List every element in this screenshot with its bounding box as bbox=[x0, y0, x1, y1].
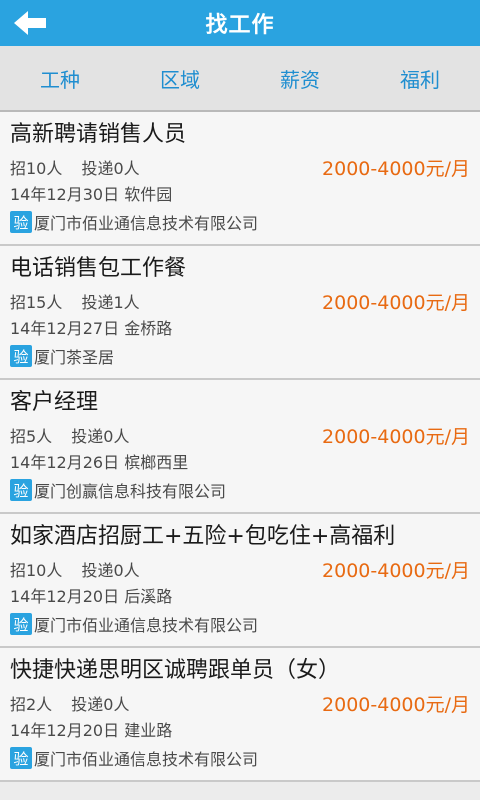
job-company: 厦门创赢信息科技有限公司 bbox=[34, 482, 227, 501]
filter-bar: 工种 区域 薪资 福利 bbox=[0, 46, 480, 112]
job-salary: 2000-4000元/月 bbox=[322, 291, 470, 314]
job-title: 快捷快递思明区诚聘跟单员（女） bbox=[10, 658, 341, 683]
job-date-location: 14年12月20日 后溪路 bbox=[10, 584, 470, 610]
filter-tab-benefits[interactable]: 福利 bbox=[360, 64, 480, 93]
job-company: 厦门市佰业通信息技术有限公司 bbox=[34, 750, 259, 769]
job-company-row: 验 厦门市佰业通信息技术有限公司 bbox=[10, 610, 470, 638]
job-date: 14年12月20日 bbox=[10, 587, 120, 606]
job-salary: 2000-4000元/月 bbox=[322, 693, 470, 716]
job-date: 14年12月30日 bbox=[10, 185, 120, 204]
job-company: 厦门市佰业通信息技术有限公司 bbox=[34, 214, 259, 233]
job-salary: 2000-4000元/月 bbox=[322, 425, 470, 448]
page-title: 找工作 bbox=[205, 13, 275, 38]
job-counts: 招10人 投递0人 bbox=[10, 557, 140, 581]
job-applied: 投递0人 bbox=[71, 427, 130, 446]
job-openings: 招10人 bbox=[10, 561, 63, 580]
job-title: 如家酒店招厨工+五险+包吃住+高福利 bbox=[10, 524, 396, 549]
filter-tab-area[interactable]: 区域 bbox=[120, 64, 240, 93]
job-salary: 2000-4000元/月 bbox=[322, 157, 470, 180]
job-location: 软件园 bbox=[124, 185, 173, 204]
job-counts: 招5人 投递0人 bbox=[10, 423, 129, 447]
job-openings: 招5人 bbox=[10, 427, 53, 446]
job-title: 客户经理 bbox=[10, 390, 99, 415]
job-list: 高新聘请销售人员 招10人 投递0人 2000-4000元/月 14年12月30… bbox=[0, 112, 480, 782]
job-openings: 招10人 bbox=[10, 159, 63, 178]
job-date-location: 14年12月30日 软件园 bbox=[10, 182, 470, 208]
job-list-item[interactable]: 如家酒店招厨工+五险+包吃住+高福利 招10人 投递0人 2000-4000元/… bbox=[0, 514, 480, 648]
job-openings: 招2人 bbox=[10, 695, 53, 714]
job-company: 厦门市佰业通信息技术有限公司 bbox=[34, 616, 259, 635]
job-openings: 招15人 bbox=[10, 293, 63, 312]
job-applied: 投递0人 bbox=[81, 561, 140, 580]
job-date: 14年12月20日 bbox=[10, 721, 120, 740]
job-applied: 投递0人 bbox=[71, 695, 130, 714]
app-root: 找工作 工种 区域 薪资 福利 高新聘请销售人员 招10人 投递0人 2000-… bbox=[0, 0, 480, 800]
job-list-item[interactable]: 客户经理 招5人 投递0人 2000-4000元/月 14年12月26日 槟榔西… bbox=[0, 380, 480, 514]
job-stats-row: 招5人 投递0人 2000-4000元/月 bbox=[10, 420, 470, 450]
job-location: 后溪路 bbox=[124, 587, 173, 606]
job-stats-row: 招15人 投递1人 2000-4000元/月 bbox=[10, 286, 470, 316]
back-arrow-icon bbox=[14, 11, 46, 35]
job-location: 建业路 bbox=[124, 721, 173, 740]
filter-tab-salary[interactable]: 薪资 bbox=[240, 64, 360, 93]
job-location: 金桥路 bbox=[124, 319, 173, 338]
job-date-location: 14年12月26日 槟榔西里 bbox=[10, 450, 470, 476]
job-company: 厦门茶圣居 bbox=[34, 348, 115, 367]
job-date: 14年12月27日 bbox=[10, 319, 120, 338]
job-company-row: 验 厦门市佰业通信息技术有限公司 bbox=[10, 744, 470, 772]
job-counts: 招10人 投递0人 bbox=[10, 155, 140, 179]
header-bar: 找工作 bbox=[0, 0, 480, 46]
verified-badge: 验 bbox=[10, 747, 32, 769]
job-date-location: 14年12月20日 建业路 bbox=[10, 718, 470, 744]
job-counts: 招2人 投递0人 bbox=[10, 691, 129, 715]
job-company-row: 验 厦门茶圣居 bbox=[10, 342, 470, 370]
job-applied: 投递1人 bbox=[81, 293, 140, 312]
verified-badge: 验 bbox=[10, 211, 32, 233]
verified-badge: 验 bbox=[10, 613, 32, 635]
filter-tab-job-type[interactable]: 工种 bbox=[0, 64, 120, 93]
job-list-item[interactable]: 电话销售包工作餐 招15人 投递1人 2000-4000元/月 14年12月27… bbox=[0, 246, 480, 380]
job-stats-row: 招10人 投递0人 2000-4000元/月 bbox=[10, 152, 470, 182]
back-button[interactable] bbox=[10, 6, 50, 40]
job-title: 高新聘请销售人员 bbox=[10, 122, 187, 147]
job-counts: 招15人 投递1人 bbox=[10, 289, 140, 313]
job-list-item[interactable]: 高新聘请销售人员 招10人 投递0人 2000-4000元/月 14年12月30… bbox=[0, 112, 480, 246]
verified-badge: 验 bbox=[10, 479, 32, 501]
job-date-location: 14年12月27日 金桥路 bbox=[10, 316, 470, 342]
job-list-item[interactable]: 快捷快递思明区诚聘跟单员（女） 招2人 投递0人 2000-4000元/月 14… bbox=[0, 648, 480, 782]
job-company-row: 验 厦门创赢信息科技有限公司 bbox=[10, 476, 470, 504]
job-company-row: 验 厦门市佰业通信息技术有限公司 bbox=[10, 208, 470, 236]
verified-badge: 验 bbox=[10, 345, 32, 367]
job-stats-row: 招10人 投递0人 2000-4000元/月 bbox=[10, 554, 470, 584]
job-title: 电话销售包工作餐 bbox=[10, 256, 187, 281]
job-applied: 投递0人 bbox=[81, 159, 140, 178]
job-salary: 2000-4000元/月 bbox=[322, 559, 470, 582]
job-stats-row: 招2人 投递0人 2000-4000元/月 bbox=[10, 688, 470, 718]
job-date: 14年12月26日 bbox=[10, 453, 120, 472]
job-location: 槟榔西里 bbox=[124, 453, 189, 472]
